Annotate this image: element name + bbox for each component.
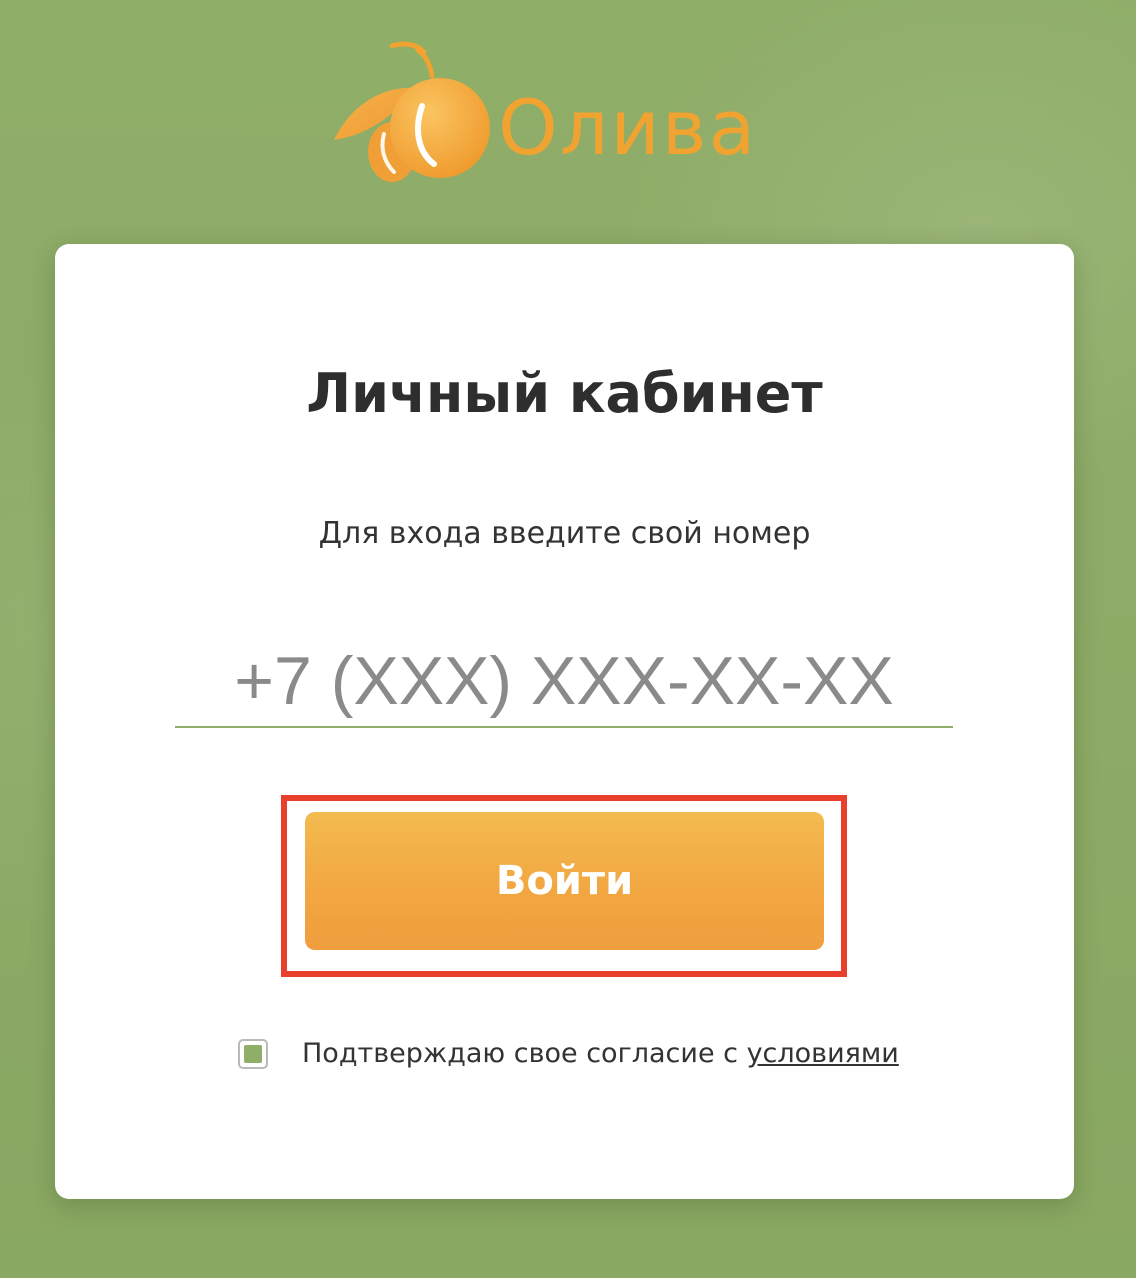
- phone-input[interactable]: [175, 636, 953, 728]
- consent-checkbox[interactable]: [238, 1039, 268, 1069]
- brand-logo: Олива: [330, 36, 810, 192]
- checkbox-check-mark: [244, 1045, 262, 1063]
- brand-name: Олива: [498, 83, 758, 172]
- consent-row: Подтверждаю свое согласие с условиями: [238, 1034, 899, 1074]
- terms-link[interactable]: условиями: [747, 1038, 899, 1069]
- login-card: Личный кабинет Для входа введите свой но…: [55, 244, 1074, 1199]
- login-instructions: Для входа введите свой номер: [318, 516, 811, 551]
- consent-text: Подтверждаю свое согласие с: [302, 1038, 747, 1069]
- consent-label: Подтверждаю свое согласие с условиями: [302, 1034, 899, 1074]
- login-button[interactable]: Войти: [305, 812, 824, 950]
- page-title: Личный кабинет: [306, 362, 823, 425]
- olive-logo-icon: [334, 41, 490, 182]
